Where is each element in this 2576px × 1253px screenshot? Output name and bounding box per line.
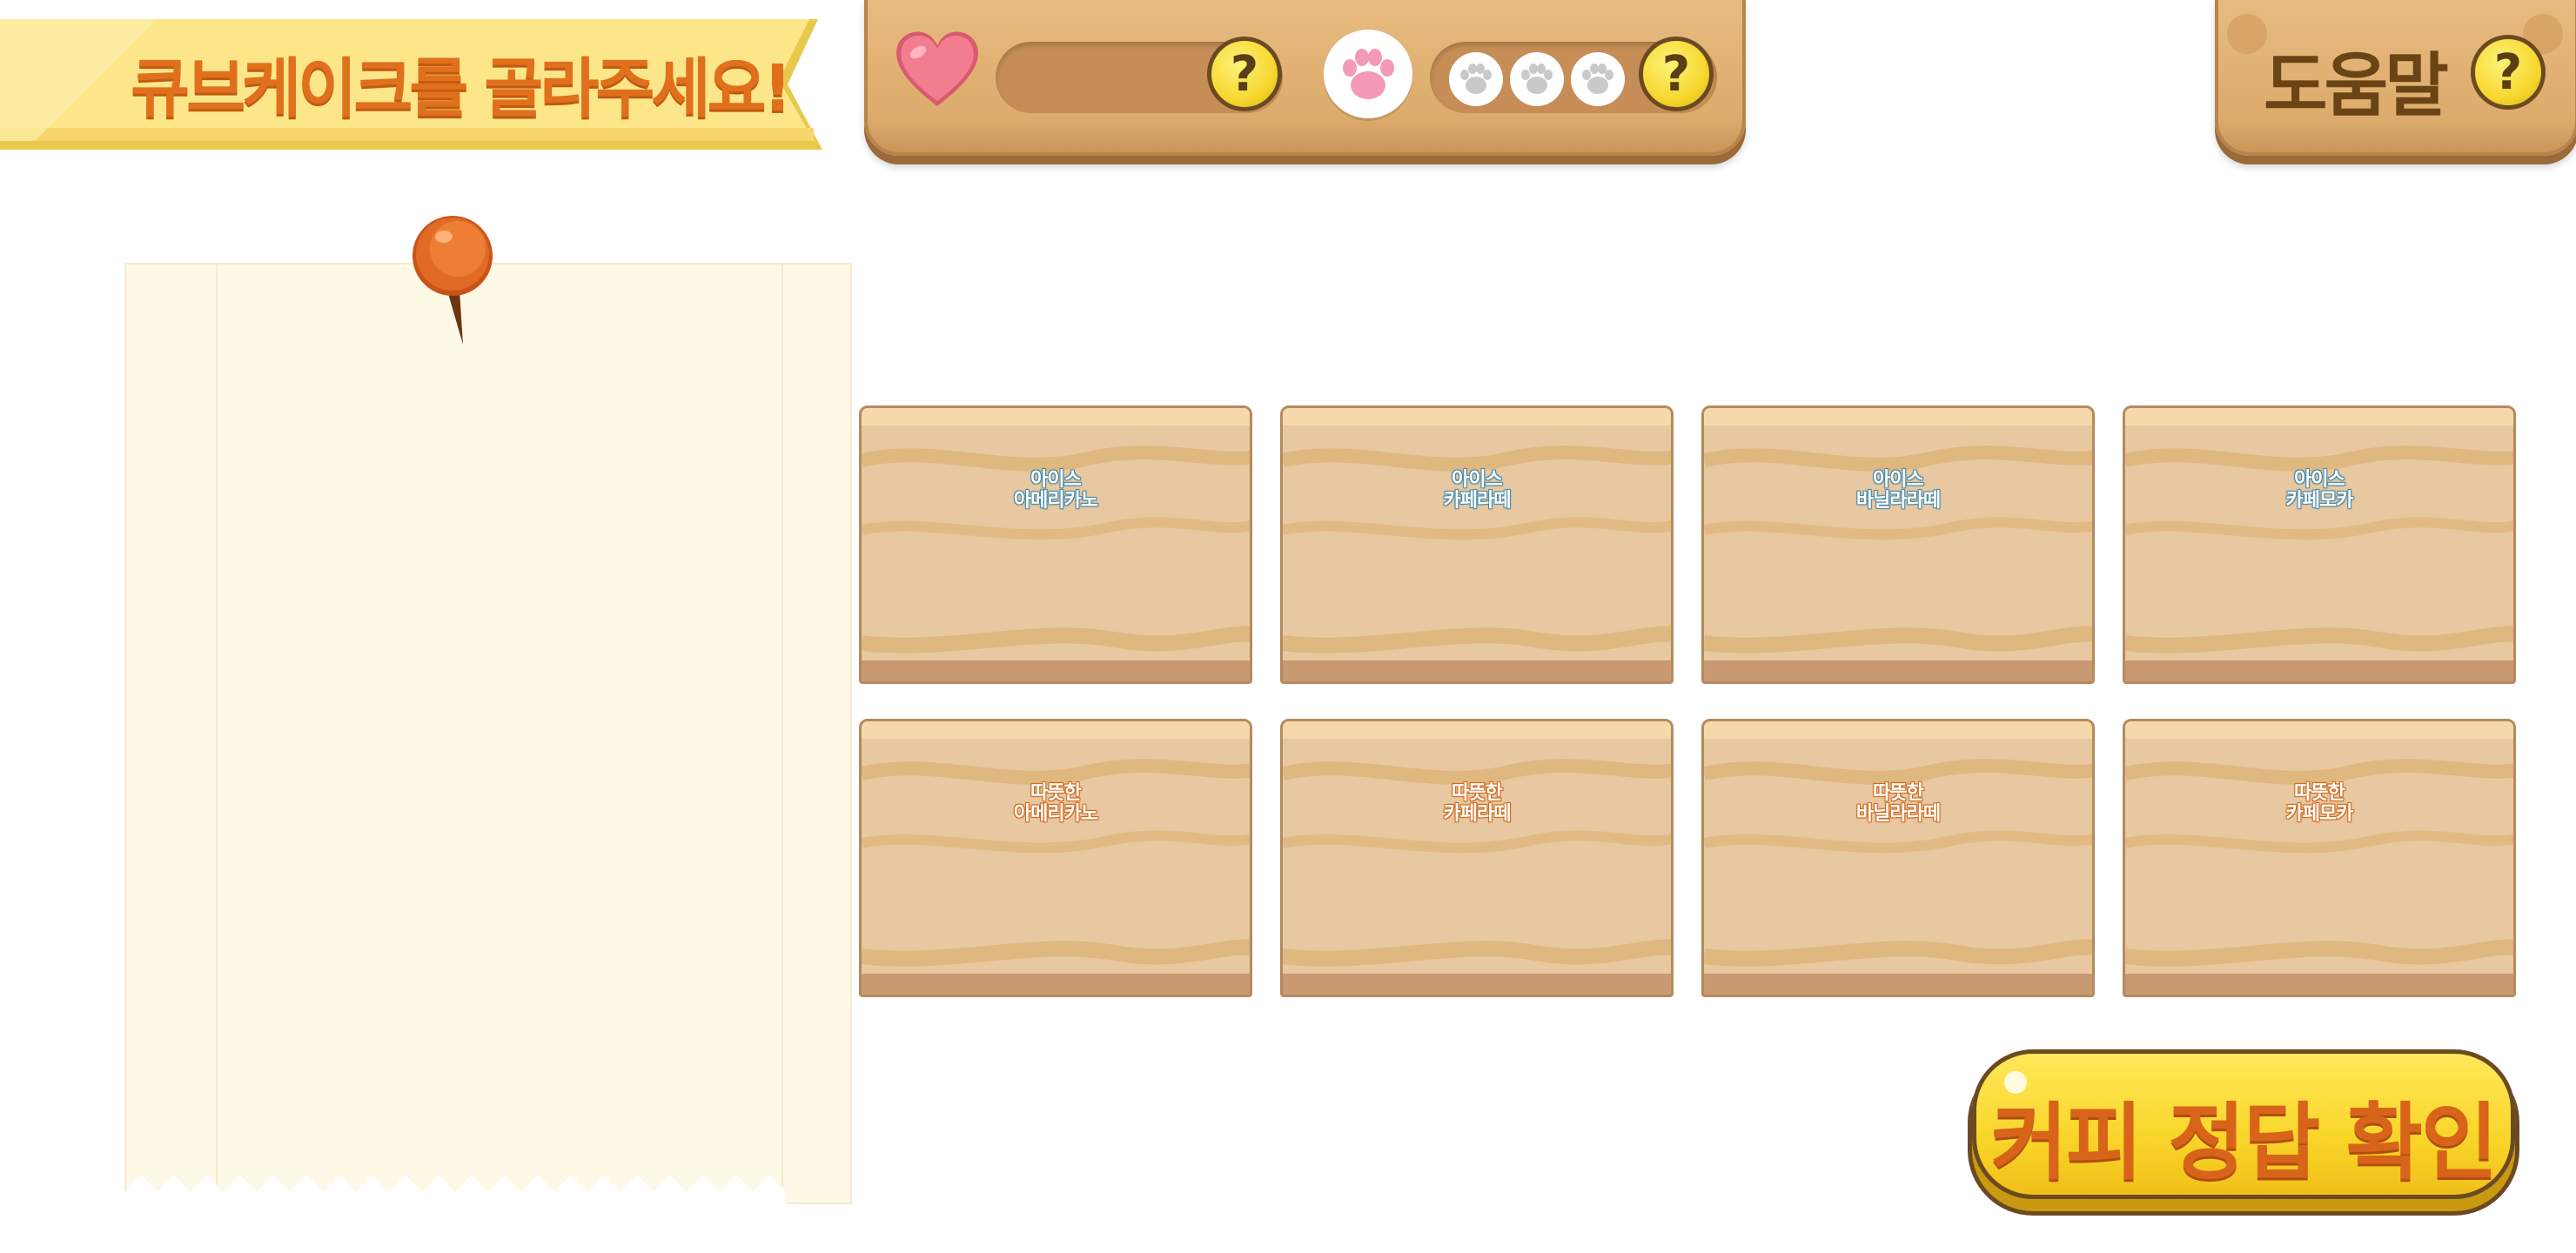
drink-card[interactable]: 아이스 카페모카 bbox=[2123, 405, 2516, 684]
drink-card-grid: 아이스 아메리카노 아이스 카페라떼 아이스 바닐라라떼 아이스 카페모카 따뜻… bbox=[859, 405, 2517, 997]
confirm-answer-button[interactable]: 커피 정답 확인 bbox=[1972, 1049, 2515, 1199]
heart-icon bbox=[896, 31, 978, 106]
wood-grain bbox=[2125, 446, 2513, 653]
wood-grain bbox=[1283, 759, 1671, 967]
wood-grain bbox=[1283, 446, 1671, 653]
grey-paw-icon bbox=[1521, 64, 1553, 94]
paw-slot-1 bbox=[1449, 52, 1503, 106]
drink-card[interactable]: 따뜻한 아메리카노 bbox=[859, 719, 1252, 997]
status-panel: ? ? bbox=[864, 0, 1746, 156]
notepad-torn-edge bbox=[124, 1175, 786, 1206]
notepad-margin-line bbox=[216, 265, 218, 1187]
page-title: 큐브케이크를 골라주세요! bbox=[131, 51, 792, 126]
help-button[interactable]: ? bbox=[2471, 35, 2546, 110]
help-panel[interactable]: 도움말 ? bbox=[2215, 0, 2576, 156]
paw-decoration-icon bbox=[2227, 14, 2267, 54]
drink-name: 카페라떼 bbox=[1443, 803, 1512, 825]
paw-slot-2 bbox=[1510, 52, 1564, 106]
wood-grain bbox=[1704, 446, 2092, 653]
grey-paw-icon bbox=[1460, 64, 1492, 94]
drink-name: 카페라떼 bbox=[1443, 490, 1512, 512]
confirm-answer-label: 커피 정답 확인 bbox=[1990, 1094, 2499, 1191]
wood-grain bbox=[862, 759, 1250, 967]
pink-paw-icon bbox=[1343, 49, 1394, 99]
drink-card[interactable]: 아이스 카페라떼 bbox=[1280, 405, 1674, 684]
drink-name: 카페모카 bbox=[2285, 803, 2354, 825]
life-help-button[interactable]: ? bbox=[1207, 37, 1282, 111]
question-icon: ? bbox=[1661, 45, 1691, 103]
paw-help-button[interactable]: ? bbox=[1639, 37, 1714, 111]
drink-name: 바닐라라떼 bbox=[1855, 490, 1941, 512]
drink-name: 카페모카 bbox=[2285, 490, 2354, 512]
paw-badge-icon bbox=[1324, 30, 1412, 118]
wood-grain bbox=[1704, 759, 2092, 967]
drink-card[interactable]: 따뜻한 카페모카 bbox=[2123, 719, 2516, 997]
answer-notepad bbox=[124, 263, 852, 1204]
drink-name: 아메리카노 bbox=[1013, 803, 1098, 825]
grey-paw-icon bbox=[1582, 64, 1613, 94]
help-label: 도움말 bbox=[2264, 45, 2449, 126]
question-icon: ? bbox=[2493, 44, 2523, 101]
paw-slot-3 bbox=[1571, 52, 1625, 106]
push-pin-icon bbox=[413, 216, 493, 345]
wood-grain bbox=[2125, 759, 2513, 967]
notepad-right-line bbox=[782, 265, 783, 1187]
drink-card[interactable]: 따뜻한 바닐라라떼 bbox=[1701, 719, 2095, 997]
drink-card[interactable]: 아이스 아메리카노 bbox=[859, 405, 1252, 684]
drink-card[interactable]: 아이스 바닐라라떼 bbox=[1701, 405, 2095, 684]
drink-name: 바닐라라떼 bbox=[1855, 803, 1941, 825]
drink-name: 아메리카노 bbox=[1013, 490, 1098, 512]
question-icon: ? bbox=[1230, 45, 1259, 103]
drink-card[interactable]: 따뜻한 카페라떼 bbox=[1280, 719, 1674, 997]
title-banner: 큐브케이크를 골라주세요! bbox=[0, 19, 822, 150]
wood-grain bbox=[862, 446, 1250, 653]
